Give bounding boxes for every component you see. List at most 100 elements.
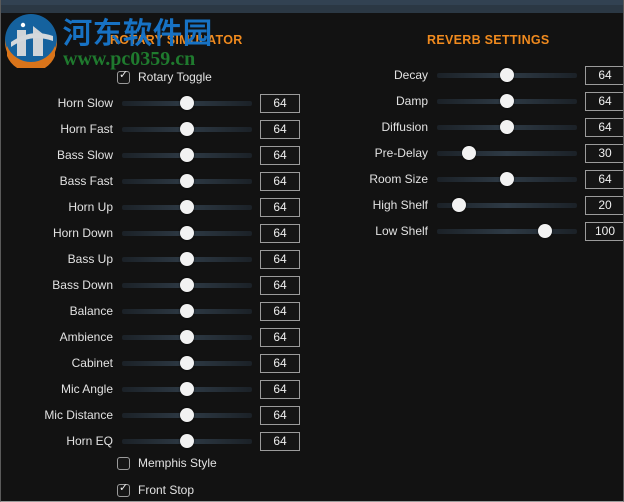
slider-value-box[interactable]: 64 — [260, 223, 300, 243]
slider-knob[interactable] — [180, 382, 194, 396]
slider-value-box[interactable]: 64 — [585, 117, 623, 137]
slider-value-box[interactable]: 64 — [260, 145, 300, 165]
slider-control[interactable] — [122, 300, 252, 322]
slider-label: Mic Distance — [44, 408, 113, 422]
slider-row: Pre-Delay 30 — [347, 142, 623, 164]
slider-control[interactable] — [122, 118, 252, 140]
slider-knob[interactable] — [180, 304, 194, 318]
slider-control[interactable] — [122, 430, 252, 452]
slider-control[interactable] — [437, 194, 577, 216]
slider-knob[interactable] — [180, 200, 194, 214]
slider-row: Bass Up 64 — [22, 248, 300, 270]
slider-control[interactable] — [437, 64, 577, 86]
slider-label: Mic Angle — [60, 382, 113, 396]
checkbox-label: Memphis Style — [138, 456, 217, 470]
slider-value-box[interactable]: 64 — [260, 405, 300, 425]
slider-knob[interactable] — [500, 94, 514, 108]
slider-control[interactable] — [122, 144, 252, 166]
slider-knob[interactable] — [180, 174, 194, 188]
rotary-toggle-checkbox-row[interactable]: Rotary Toggle — [117, 68, 212, 86]
slider-control[interactable] — [122, 378, 252, 400]
slider-knob[interactable] — [180, 408, 194, 422]
rotary-toggle-checkbox[interactable] — [117, 69, 130, 84]
slider-knob[interactable] — [180, 330, 194, 344]
slider-value-box[interactable]: 20 — [585, 195, 623, 215]
slider-knob[interactable] — [452, 198, 467, 212]
slider-value-box[interactable]: 64 — [260, 275, 300, 295]
slider-row: Bass Fast 64 — [22, 170, 300, 192]
slider-label: Pre-Delay — [374, 146, 428, 160]
slider-knob[interactable] — [500, 172, 514, 186]
slider-value-box[interactable]: 64 — [260, 93, 300, 113]
slider-label: Horn Slow — [57, 96, 113, 110]
slider-control[interactable] — [437, 116, 577, 138]
slider-knob[interactable] — [180, 148, 194, 162]
slider-value-box[interactable]: 64 — [585, 65, 623, 85]
slider-value-box[interactable]: 30 — [585, 143, 623, 163]
slider-row: Balance 64 — [22, 300, 300, 322]
checkbox-row[interactable]: Memphis Style — [117, 454, 217, 472]
slider-control[interactable] — [122, 404, 252, 426]
slider-control[interactable] — [122, 222, 252, 244]
slider-control[interactable] — [122, 196, 252, 218]
slider-control[interactable] — [437, 142, 577, 164]
slider-value-box[interactable]: 64 — [260, 301, 300, 321]
slider-control[interactable] — [437, 168, 577, 190]
slider-control[interactable] — [437, 90, 577, 112]
slider-knob[interactable] — [500, 68, 514, 82]
reverb-settings-panel: REVERB SETTINGS Decay 64 Damp 64 Diffusion 64… — [322, 13, 623, 501]
slider-knob[interactable] — [500, 120, 514, 134]
slider-row: Diffusion 64 — [347, 116, 623, 138]
slider-value-box[interactable]: 64 — [260, 197, 300, 217]
slider-row: Horn Fast 64 — [22, 118, 300, 140]
slider-label: Horn Down — [52, 226, 113, 240]
slider-control[interactable] — [122, 326, 252, 348]
slider-row: Mic Angle 64 — [22, 378, 300, 400]
checkbox[interactable] — [117, 482, 130, 497]
slider-control[interactable] — [437, 220, 577, 242]
slider-value-box[interactable]: 64 — [260, 379, 300, 399]
slider-value-box[interactable]: 64 — [260, 119, 300, 139]
slider-value-box[interactable]: 64 — [585, 91, 623, 111]
rotary-toggle-label: Rotary Toggle — [138, 70, 212, 84]
slider-row: Ambience 64 — [22, 326, 300, 348]
slider-value-box[interactable]: 64 — [260, 431, 300, 451]
slider-value-box[interactable]: 64 — [260, 327, 300, 347]
slider-value-box[interactable]: 64 — [260, 249, 300, 269]
slider-knob[interactable] — [180, 278, 194, 292]
slider-knob[interactable] — [180, 96, 194, 110]
slider-value-box[interactable]: 64 — [260, 171, 300, 191]
slider-label: Room Size — [369, 172, 428, 186]
slider-control[interactable] — [122, 170, 252, 192]
slider-row: Room Size 64 — [347, 168, 623, 190]
slider-track[interactable] — [437, 151, 577, 156]
slider-row: Bass Slow 64 — [22, 144, 300, 166]
window-titlebar — [1, 0, 623, 14]
slider-control[interactable] — [122, 274, 252, 296]
slider-knob[interactable] — [180, 434, 194, 448]
slider-knob[interactable] — [180, 226, 194, 240]
slider-control[interactable] — [122, 352, 252, 374]
slider-label: Bass Down — [52, 278, 113, 292]
checkbox[interactable] — [117, 456, 130, 470]
slider-knob[interactable] — [180, 356, 194, 370]
slider-row: Bass Down 64 — [22, 274, 300, 296]
slider-row: Horn Up 64 — [22, 196, 300, 218]
checkbox-row[interactable]: Front Stop — [117, 481, 194, 499]
slider-value-box[interactable]: 100 — [585, 221, 623, 241]
slider-label: Bass Fast — [59, 174, 113, 188]
slider-row: Horn EQ 64 — [22, 430, 300, 452]
checkbox-label: Front Stop — [138, 483, 195, 497]
slider-value-box[interactable]: 64 — [585, 169, 623, 189]
slider-control[interactable] — [122, 248, 252, 270]
slider-value-box[interactable]: 64 — [260, 353, 300, 373]
slider-label: Damp — [395, 94, 428, 108]
slider-control[interactable] — [122, 92, 252, 114]
slider-knob[interactable] — [180, 252, 194, 266]
slider-row: Low Shelf 100 — [347, 220, 623, 242]
slider-row: Decay 64 — [347, 64, 623, 86]
slider-knob[interactable] — [462, 146, 477, 160]
slider-knob[interactable] — [180, 122, 194, 136]
slider-track[interactable] — [437, 229, 577, 234]
slider-knob[interactable] — [537, 224, 552, 238]
